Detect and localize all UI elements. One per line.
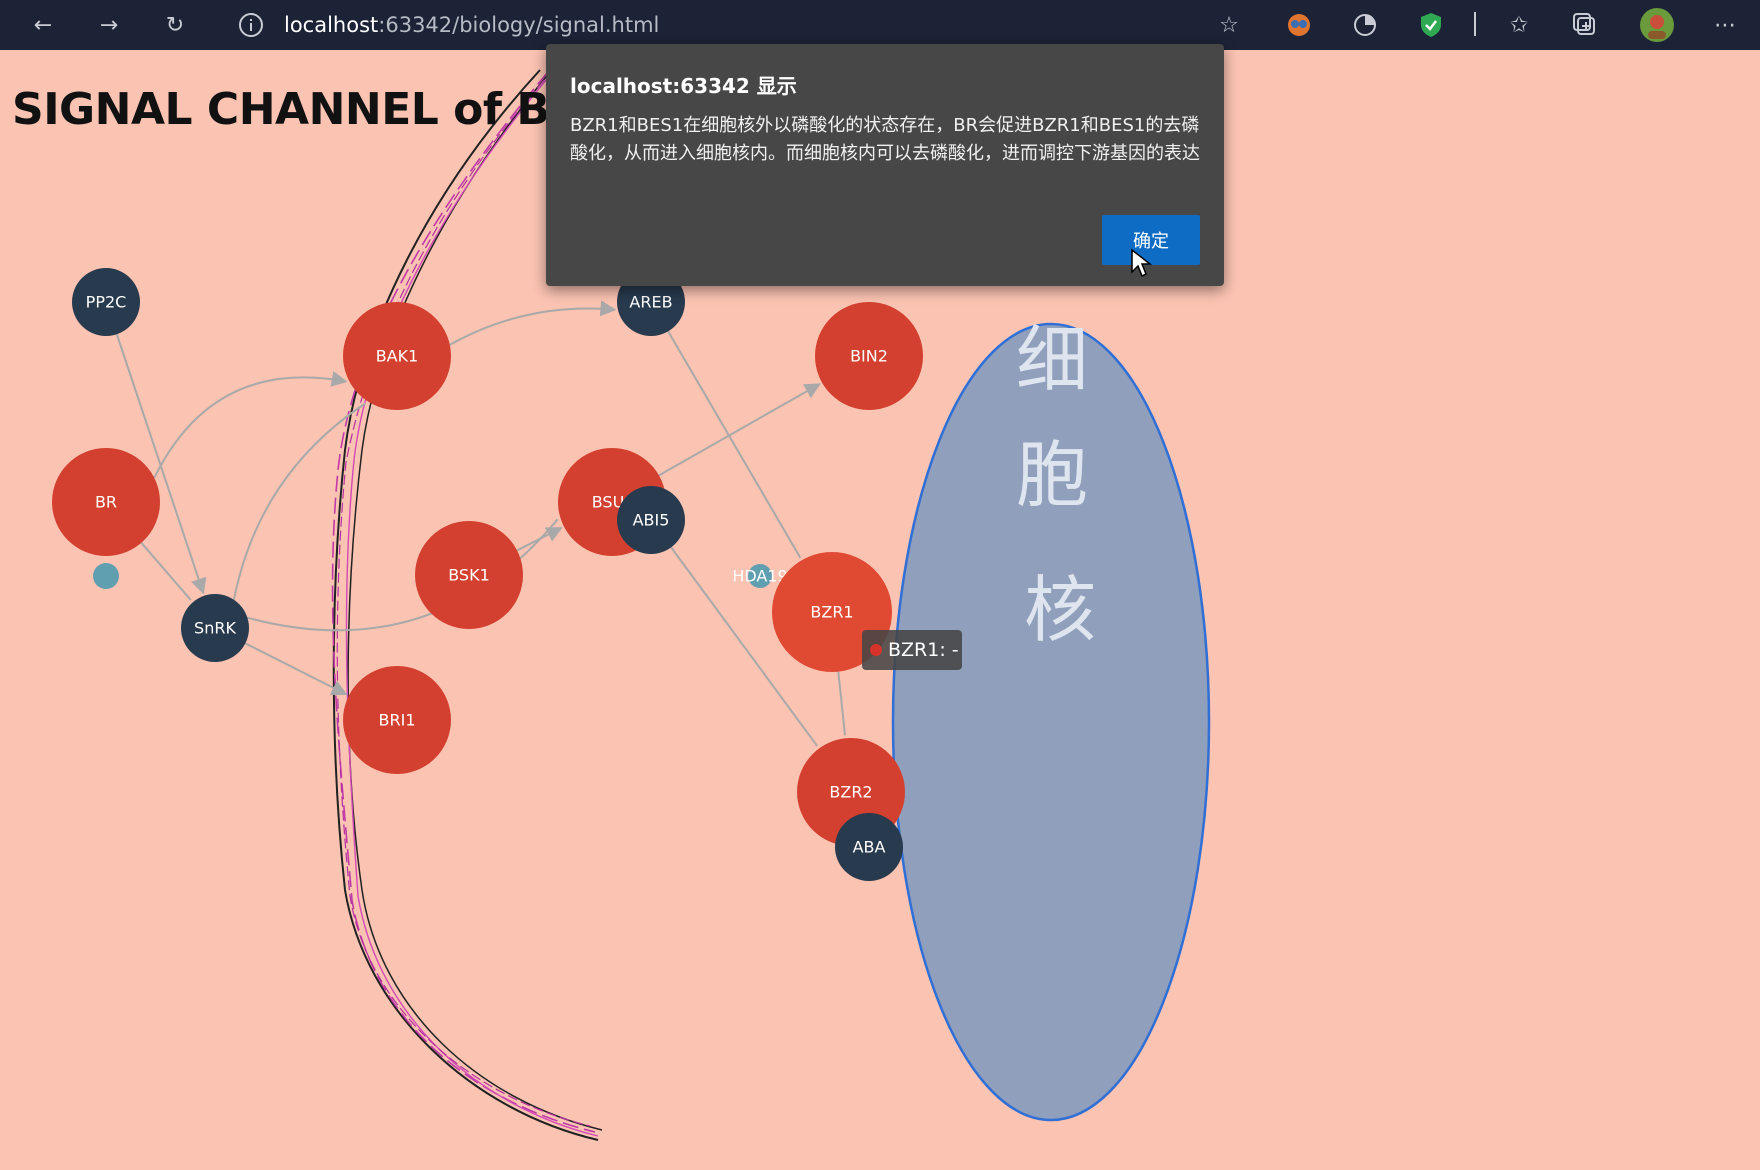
edge-br-snrk xyxy=(140,542,192,601)
extension-icon[interactable] xyxy=(1348,8,1382,42)
edge-snrk-bri1 xyxy=(244,642,348,696)
node-label: BAK1 xyxy=(376,347,419,366)
node-snrk[interactable]: SnRK xyxy=(181,594,249,662)
node-label: ABA xyxy=(853,838,886,857)
node-label: BSK1 xyxy=(448,566,490,585)
node-abi5[interactable]: ABI5 xyxy=(617,486,685,554)
alert-message: BZR1和BES1在细胞核外以磷酸化的状态存在，BR会促进BZR1和BES1的去… xyxy=(570,115,1200,164)
more-icon[interactable]: ⋯ xyxy=(1708,8,1742,42)
node-label: HDA19 xyxy=(732,567,787,586)
node-br[interactable]: BR xyxy=(52,448,160,556)
edge-bak1-areb xyxy=(449,300,617,346)
nucleus-char-2: 胞 xyxy=(1016,433,1088,517)
edge-bsu-bin2 xyxy=(658,383,821,477)
mouse-cursor-icon xyxy=(1131,248,1152,278)
node-label: PP2C xyxy=(86,293,127,312)
extension-icon[interactable] xyxy=(1282,8,1316,42)
browser-toolbar: ← → ↻ localhost:63342/biology/signal.htm… xyxy=(0,0,1760,50)
node-pp2c[interactable]: PP2C xyxy=(72,268,140,336)
address-bar[interactable]: localhost:63342/biology/signal.html ☆ xyxy=(224,5,1264,45)
node-label: BIN2 xyxy=(850,347,888,366)
info-icon[interactable] xyxy=(234,8,268,42)
url-text: localhost:63342/biology/signal.html xyxy=(284,13,660,37)
node-label: ABI5 xyxy=(633,511,670,530)
back-arrow-icon[interactable]: ← xyxy=(26,8,60,42)
collections-icon[interactable] xyxy=(1568,8,1602,42)
node-label: BR xyxy=(95,493,117,512)
node-bin2[interactable]: BIN2 xyxy=(815,302,923,410)
reload-icon[interactable]: ↻ xyxy=(158,8,192,42)
page-title: SIGNAL CHANNEL of BR xyxy=(12,84,583,135)
forward-arrow-icon[interactable]: → xyxy=(92,8,126,42)
node-label: AREB xyxy=(629,293,672,312)
nucleus-char-1: 细 xyxy=(1016,318,1088,402)
alert-title: localhost:63342 显示 xyxy=(570,74,797,98)
nodes-layer: PP2CBRBAK1AREBBIN2BSUABI5BSK1SnRKBRI1HDA… xyxy=(52,268,923,881)
edge-areb-bzr1 xyxy=(667,330,802,559)
node-aba[interactable]: ABA xyxy=(835,813,903,881)
node-tooltip: BZR1: - xyxy=(862,630,962,670)
node-bsk1[interactable]: BSK1 xyxy=(415,521,523,629)
node-bak1[interactable]: BAK1 xyxy=(343,302,451,410)
edge-bsk1-bsu xyxy=(516,527,563,552)
node-bri1[interactable]: BRI1 xyxy=(343,666,451,774)
node-label: BZR2 xyxy=(829,783,872,802)
node-label: BRI1 xyxy=(379,711,416,730)
tooltip-color-dot xyxy=(870,644,882,656)
edge-bzr1-bzr2 xyxy=(837,671,847,736)
tooltip-text: BZR1: - xyxy=(888,639,959,661)
nucleus-char-3: 核 xyxy=(1024,568,1096,652)
node-label: BZR1 xyxy=(810,603,853,622)
toolbar-divider xyxy=(1474,12,1476,36)
favorites-icon[interactable]: ✩ xyxy=(1502,8,1536,42)
shield-icon[interactable] xyxy=(1414,8,1448,42)
alert-dialog: localhost:63342 显示 BZR1和BES1在细胞核外以磷酸化的状态… xyxy=(546,44,1224,286)
node-label: SnRK xyxy=(194,619,236,638)
small-node-dot[interactable] xyxy=(93,563,119,589)
profile-avatar[interactable] xyxy=(1638,6,1676,44)
edge-br-bak1 xyxy=(153,371,348,479)
add-favorite-icon[interactable]: ☆ xyxy=(1212,8,1246,42)
edge-snrk-bak1 xyxy=(232,402,366,600)
